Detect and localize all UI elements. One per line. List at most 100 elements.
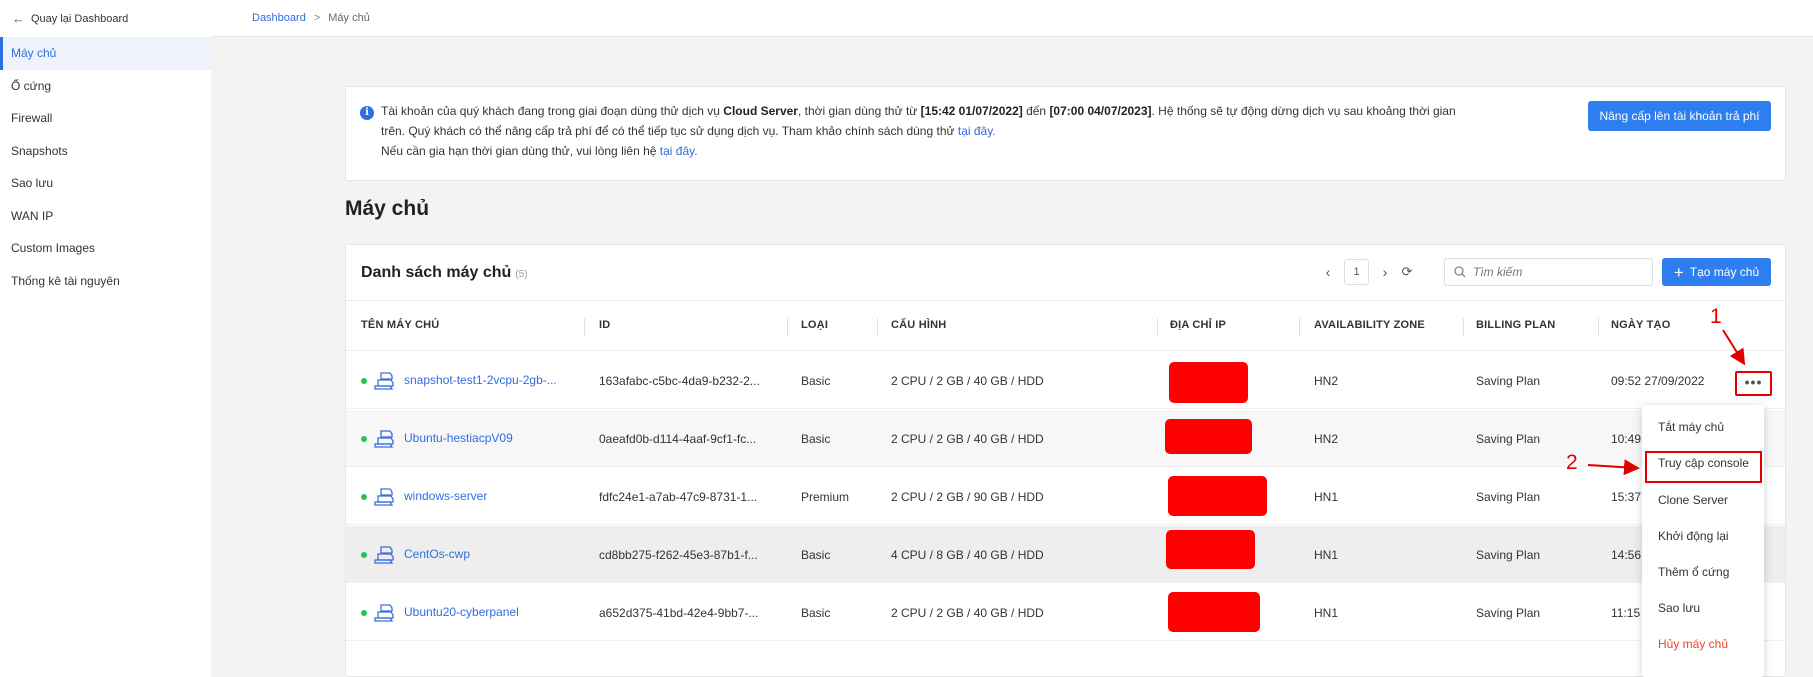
- server-name-link[interactable]: snapshot-test1-2vcpu-2gb-...: [404, 373, 557, 387]
- sidebar-item-backups[interactable]: Sao lưu: [0, 167, 211, 200]
- create-server-label: Tạo máy chủ: [1689, 265, 1760, 279]
- server-id: 163afabc-c5bc-4da9-b232-2...: [599, 374, 760, 388]
- server-type: Basic: [801, 374, 831, 388]
- server-config: 2 CPU / 2 GB / 90 GB / HDD: [891, 490, 1044, 504]
- table-row[interactable]: snapshot-test1-2vcpu-2gb-... 163afabc-c5…: [346, 352, 1785, 409]
- column-divider: [1463, 318, 1464, 336]
- menu-item-stop-server[interactable]: Tắt máy chủ: [1658, 420, 1724, 434]
- search-icon: [1454, 266, 1466, 278]
- table-row[interactable]: Ubuntu20-cyberpanel a652d375-41bd-42e4-9…: [346, 584, 1785, 641]
- server-billing-plan: Saving Plan: [1476, 606, 1541, 620]
- row-actions-menu: Tắt máy chủ Truy cập console Clone Serve…: [1642, 405, 1764, 677]
- breadcrumb-separator: >: [313, 12, 321, 24]
- pagination: ‹ 1 › ⟳: [1317, 259, 1418, 285]
- server-created-date: 15:37: [1611, 490, 1642, 504]
- page-title: Máy chủ: [345, 197, 430, 220]
- status-running-dot: [361, 610, 367, 616]
- server-billing-plan: Saving Plan: [1476, 432, 1541, 446]
- contact-link[interactable]: tại đây.: [660, 144, 698, 158]
- menu-item-restart[interactable]: Khởi động lại: [1658, 529, 1729, 543]
- trial-notice: i Tài khoản của quý khách đang trong gia…: [345, 86, 1786, 181]
- redacted-ip: [1165, 419, 1252, 454]
- col-header-name[interactable]: TÊN MÁY CHỦ: [361, 319, 439, 331]
- server-name-link[interactable]: Ubuntu-hestiacpV09: [404, 431, 513, 445]
- server-list-title-text: Danh sách máy chủ: [361, 264, 512, 281]
- redacted-ip: [1168, 476, 1267, 516]
- column-divider: [1598, 318, 1599, 336]
- menu-item-clone-server[interactable]: Clone Server: [1658, 493, 1728, 507]
- col-header-config[interactable]: CẤU HÌNH: [891, 319, 946, 331]
- menu-item-delete-server[interactable]: Hủy máy chủ: [1658, 637, 1728, 651]
- server-id: a652d375-41bd-42e4-9bb7-...: [599, 606, 759, 620]
- upgrade-account-button[interactable]: Nâng cấp lên tài khoản trả phí: [1588, 101, 1771, 131]
- server-billing-plan: Saving Plan: [1476, 374, 1541, 388]
- row-actions-button[interactable]: •••: [1735, 371, 1772, 396]
- trial-policy-link[interactable]: tại đây.: [958, 124, 996, 138]
- server-created-date: 10:49: [1611, 432, 1642, 446]
- server-count: (5): [515, 269, 528, 280]
- sidebar-item-custom-images[interactable]: Custom Images: [0, 232, 211, 265]
- redacted-ip: [1169, 362, 1248, 403]
- col-header-type[interactable]: LOẠI: [801, 319, 828, 331]
- sidebar-item-resource-stats[interactable]: Thống kê tài nguyên: [0, 265, 211, 298]
- search-box: [1444, 258, 1653, 286]
- notice-text-part: Tài khoản của quý khách đang trong giai …: [381, 104, 724, 118]
- breadcrumb: Dashboard > Máy chủ: [211, 0, 1813, 37]
- server-name-link[interactable]: Ubuntu20-cyberpanel: [404, 605, 519, 619]
- col-header-ip[interactable]: ĐỊA CHỈ IP: [1170, 319, 1226, 331]
- annotation-step-2: 2: [1566, 451, 1578, 474]
- status-running-dot: [361, 378, 367, 384]
- server-config: 2 CPU / 2 GB / 40 GB / HDD: [891, 432, 1044, 446]
- col-header-id[interactable]: ID: [599, 319, 610, 331]
- menu-item-add-disk[interactable]: Thêm ổ cứng: [1658, 565, 1729, 579]
- col-header-zone[interactable]: AVAILABILITY ZONE: [1314, 319, 1425, 331]
- column-divider: [1157, 318, 1158, 336]
- breadcrumb-dashboard-link[interactable]: Dashboard: [252, 12, 306, 24]
- server-config: 4 CPU / 8 GB / 40 GB / HDD: [891, 548, 1044, 562]
- server-config: 2 CPU / 2 GB / 40 GB / HDD: [891, 374, 1044, 388]
- server-type: Basic: [801, 548, 831, 562]
- sidebar-item-disks[interactable]: Ổ cứng: [0, 70, 211, 103]
- server-billing-plan: Saving Plan: [1476, 548, 1541, 562]
- menu-item-backup[interactable]: Sao lưu: [1658, 601, 1700, 615]
- server-icon: [374, 430, 394, 448]
- status-running-dot: [361, 552, 367, 558]
- prev-page-button[interactable]: ‹: [1317, 259, 1339, 285]
- notice-service-name: Cloud Server: [723, 104, 798, 118]
- sidebar-item-servers[interactable]: Máy chủ: [0, 37, 211, 70]
- sidebar-item-snapshots[interactable]: Snapshots: [0, 135, 211, 168]
- col-header-created[interactable]: NGÀY TẠO: [1611, 319, 1670, 331]
- annotation-step-1: 1: [1710, 305, 1722, 328]
- back-to-dashboard-link[interactable]: ← Quay lại Dashboard: [0, 0, 211, 37]
- table-row[interactable]: windows-server fdfc24e1-a7ab-47c9-8731-1…: [346, 468, 1785, 525]
- server-id: cd8bb275-f262-45e3-87b1-f...: [599, 548, 758, 562]
- column-divider: [1299, 318, 1300, 336]
- server-name-link[interactable]: windows-server: [404, 489, 487, 503]
- create-server-button[interactable]: + Tạo máy chủ: [1662, 258, 1771, 286]
- server-icon: [374, 604, 394, 622]
- server-icon: [374, 488, 394, 506]
- server-config: 2 CPU / 2 GB / 40 GB / HDD: [891, 606, 1044, 620]
- col-header-billing[interactable]: BILLING PLAN: [1476, 319, 1555, 331]
- server-id: fdfc24e1-a7ab-47c9-8731-1...: [599, 490, 758, 504]
- server-name-link[interactable]: CentOs-cwp: [404, 547, 470, 561]
- sidebar: ← Quay lại Dashboard Máy chủ Ổ cứng Fire…: [0, 0, 211, 677]
- notice-text-part: đến: [1022, 104, 1050, 118]
- search-input[interactable]: [1473, 265, 1643, 279]
- notice-trial-start: [15:42 01/07/2022]: [920, 104, 1023, 118]
- server-zone: HN2: [1314, 374, 1339, 388]
- server-type: Basic: [801, 432, 831, 446]
- sidebar-item-firewall[interactable]: Firewall: [0, 102, 211, 135]
- sidebar-item-wan-ip[interactable]: WAN IP: [0, 200, 211, 233]
- server-created-date: 09:52 27/09/2022: [1611, 374, 1705, 388]
- notice-trial-end: [07:00 04/07/2023]: [1049, 104, 1152, 118]
- console-highlight-box: [1645, 451, 1762, 483]
- page-number[interactable]: 1: [1344, 259, 1369, 285]
- column-divider: [584, 318, 585, 336]
- redacted-ip: [1168, 592, 1260, 632]
- notice-text-part: Nếu cần gia hạn thời gian dùng thử, vui …: [381, 144, 660, 158]
- server-zone: HN1: [1314, 490, 1339, 504]
- table-row[interactable]: CentOs-cwp cd8bb275-f262-45e3-87b1-f... …: [346, 526, 1785, 583]
- next-page-button[interactable]: ›: [1374, 259, 1396, 285]
- refresh-icon[interactable]: ⟳: [1396, 259, 1418, 285]
